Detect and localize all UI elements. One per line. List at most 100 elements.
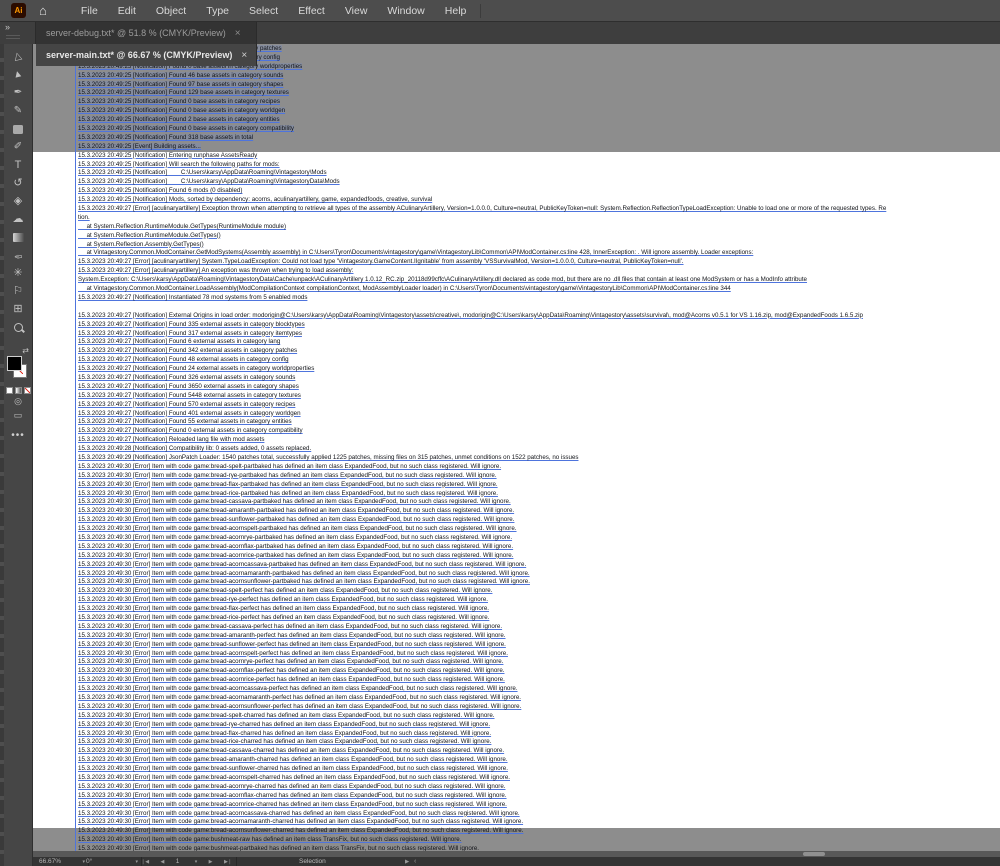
log-line: 15.3.2023 20:49:30 [Error] Item with cod… xyxy=(78,721,1000,730)
symbol-sprayer-tool-glyph: ✳ xyxy=(13,268,22,279)
menu-item-select[interactable]: Select xyxy=(239,5,288,17)
log-line: 15.3.2023 20:49:25 [Notification] Found … xyxy=(78,81,1000,90)
pen-tool-icon[interactable]: ✒ xyxy=(4,84,32,102)
last-artboard-icon[interactable]: ▶❘ xyxy=(224,859,232,865)
log-text-block[interactable]: 15.3.2023 20:49:25 [Notification] Found … xyxy=(75,45,1000,851)
log-line: 15.3.2023 20:49:27 [Notification] Found … xyxy=(78,427,1000,436)
gradient-mode-button[interactable] xyxy=(15,387,22,394)
panel-expand-icon[interactable]: » xyxy=(5,22,9,32)
home-icon[interactable]: ⌂ xyxy=(39,4,47,17)
rectangle-tool-icon[interactable] xyxy=(4,120,32,138)
type-tool-icon[interactable]: T xyxy=(4,156,32,174)
fill-stroke-swatches xyxy=(4,356,32,384)
log-line: 15.3.2023 20:49:30 [Error] Item with cod… xyxy=(78,463,1000,472)
menu-item-effect[interactable]: Effect xyxy=(288,5,335,17)
menu-item-window[interactable]: Window xyxy=(377,5,434,17)
log-line: 15.3.2023 20:49:30 [Error] Item with cod… xyxy=(78,685,1000,694)
menu-item-view[interactable]: View xyxy=(335,5,378,17)
symbol-sprayer-tool-icon[interactable]: ✳ xyxy=(4,264,32,282)
tool-list: △ ▲✒✎ ✐T↺◈☁ ✑ ✳ ⚐ ⊞ xyxy=(4,48,32,336)
shape-builder-tool-icon[interactable]: ☁ xyxy=(4,210,32,228)
log-line: 15.3.2023 20:49:30 [Error] Item with cod… xyxy=(78,810,1000,819)
gradient-tool-icon[interactable] xyxy=(4,228,32,246)
log-line: 15.3.2023 20:49:25 [Notification] Found … xyxy=(78,125,1000,134)
log-line: 15.3.2023 20:49:25 [Notification] Will s… xyxy=(78,161,1000,170)
panel-drag-handle[interactable] xyxy=(6,35,20,36)
log-line xyxy=(78,303,1000,312)
menu-item-object[interactable]: Object xyxy=(146,5,196,17)
next-artboard-icon[interactable]: ▶ xyxy=(209,859,213,865)
zoom-tool-icon[interactable] xyxy=(4,318,32,336)
eraser-tool-icon[interactable]: ◈ xyxy=(4,192,32,210)
log-line: 15.3.2023 20:49:27 [Notification] Extern… xyxy=(78,312,1000,321)
menu-item-type[interactable]: Type xyxy=(196,5,239,17)
draw-mode-icon[interactable]: ◎ xyxy=(4,394,32,408)
direct-selection-tool-icon[interactable]: ▲ xyxy=(4,66,32,84)
menu-item-help[interactable]: Help xyxy=(435,5,477,17)
curvature-tool-icon[interactable]: ✎ xyxy=(4,102,32,120)
log-line: 15.3.2023 20:49:25 [Notification] Found … xyxy=(78,98,1000,107)
paintbrush-tool-icon[interactable]: ✐ xyxy=(4,138,32,156)
selection-tool-glyph: △ xyxy=(13,51,23,63)
document-tab-2[interactable]: server-main.txt* @ 66.67 % (CMYK/Preview… xyxy=(36,44,257,66)
log-line: 15.3.2023 20:49:30 [Error] Item with cod… xyxy=(78,730,1000,739)
none-mode-button[interactable] xyxy=(24,387,31,394)
hand-tool-icon[interactable]: ⚐ xyxy=(4,282,32,300)
close-icon[interactable]: × xyxy=(235,28,241,39)
close-icon[interactable]: × xyxy=(241,50,247,61)
menu-item-edit[interactable]: Edit xyxy=(108,5,146,17)
log-line: 15.3.2023 20:49:30 [Error] Item with cod… xyxy=(78,561,1000,570)
screen-mode-icon[interactable]: ▭ xyxy=(4,408,32,422)
log-line: at System.Reflection.RuntimeModule.GetTy… xyxy=(78,223,1000,232)
fill-color-swatch[interactable] xyxy=(7,356,22,371)
rotation-value: 0° xyxy=(86,858,92,865)
status-menu-arrow-icon[interactable]: ▶ xyxy=(405,857,409,866)
log-line: 15.3.2023 20:49:30 [Error] Item with cod… xyxy=(78,703,1000,712)
scroll-left-chevron-icon[interactable]: ‹ xyxy=(414,857,416,866)
gradient-tool-glyph xyxy=(13,233,24,242)
log-line: 15.3.2023 20:49:25 [Notification] Found … xyxy=(78,89,1000,98)
eyedropper-tool-icon[interactable]: ✑ xyxy=(4,246,32,264)
log-line: 15.3.2023 20:49:30 [Error] Item with cod… xyxy=(78,658,1000,667)
eyedropper-tool-glyph: ✑ xyxy=(14,250,22,260)
log-line: 15.3.2023 20:49:30 [Error] Item with cod… xyxy=(78,552,1000,561)
log-line: 15.3.2023 20:49:27 [Notification] Found … xyxy=(78,401,1000,410)
zoom-level-dropdown[interactable]: 66.67% ▾ xyxy=(37,857,89,866)
artboard-tool-glyph: ⊞ xyxy=(13,304,22,315)
paint-mode-buttons xyxy=(4,387,32,394)
status-bar: 66.67% ▾ 0° ▾ ❘◀ ◀ 1 ▾ ▶ ▶❘ Selection ▶ … xyxy=(33,857,1000,866)
log-line: 15.3.2023 20:49:25 [Event] Building asse… xyxy=(78,143,1000,152)
arrow-right-icon: ▶ xyxy=(405,859,409,865)
scrollbar-thumb[interactable] xyxy=(803,852,825,856)
log-line: 15.3.2023 20:49:25 [Notification] Found … xyxy=(78,187,1000,196)
log-line: 15.3.2023 20:49:30 [Error] Item with cod… xyxy=(78,578,1000,587)
log-line: 15.3.2023 20:49:27 [Notification] Found … xyxy=(78,374,1000,383)
illustrator-window: Ai ⌂ FileEditObjectTypeSelectEffectViewW… xyxy=(0,0,1000,866)
menu-list: FileEditObjectTypeSelectEffectViewWindow… xyxy=(71,5,477,17)
rotate-tool-icon[interactable]: ↺ xyxy=(4,174,32,192)
log-line: 15.3.2023 20:49:25 [Notification] Mods, … xyxy=(78,196,1000,205)
log-line: 15.3.2023 20:49:27 [Notification] Found … xyxy=(78,418,1000,427)
first-artboard-icon[interactable]: ❘◀ xyxy=(141,859,149,865)
menu-item-file[interactable]: File xyxy=(71,5,108,17)
selection-tool-icon[interactable]: △ xyxy=(4,48,32,66)
zoom-level-value: 66.67% xyxy=(39,858,61,865)
canvas[interactable]: 15.3.2023 20:49:25 [Notification] Found … xyxy=(33,44,1000,851)
artboard-number[interactable]: 1 xyxy=(176,858,180,865)
swap-colors-icon[interactable]: ⇄ xyxy=(4,346,32,356)
log-line: 15.3.2023 20:49:30 [Error] Item with cod… xyxy=(78,543,1000,552)
previous-artboard-icon[interactable]: ◀ xyxy=(160,859,164,865)
rotation-dropdown[interactable]: 0° ▾ xyxy=(83,857,142,866)
more-tools-icon[interactable]: ••• xyxy=(4,430,32,441)
log-line: 15.3.2023 20:49:27 [Notification] Found … xyxy=(78,356,1000,365)
color-mode-button[interactable] xyxy=(6,387,13,394)
document-tab-1[interactable]: server-debug.txt* @ 51.8 % (CMYK/Preview… xyxy=(36,22,257,44)
log-line: 15.3.2023 20:49:30 [Error] Item with cod… xyxy=(78,676,1000,685)
log-line: 15.3.2023 20:49:30 [Error] Item with cod… xyxy=(78,623,1000,632)
log-line: System.Exception: C:\Users\karsy\AppData… xyxy=(78,276,1000,285)
log-line: at Vintagestory.Common.ModContainer.Load… xyxy=(78,285,1000,294)
artboard-tool-icon[interactable]: ⊞ xyxy=(4,300,32,318)
chevron-down-icon[interactable]: ▾ xyxy=(195,859,198,865)
log-line: 15.3.2023 20:49:30 [Error] Item with cod… xyxy=(78,605,1000,614)
log-line: 15.3.2023 20:49:25 [Notification] Enteri… xyxy=(78,152,1000,161)
